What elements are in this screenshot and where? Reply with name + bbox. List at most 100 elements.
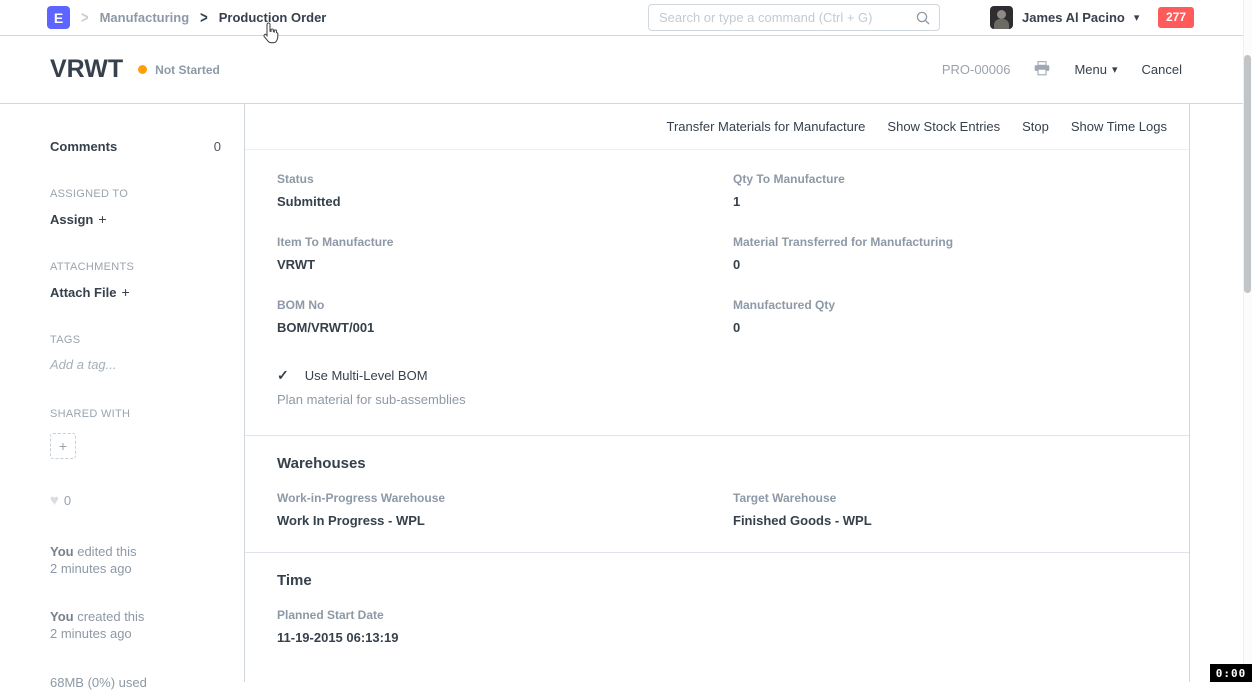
- tags-heading: TAGS: [50, 334, 221, 346]
- section-time: Time Planned Start Date 11-19-2015 06:13…: [245, 552, 1189, 669]
- shared-with-heading: SHARED WITH: [50, 408, 221, 420]
- field-wip-warehouse: Work-in-Progress Warehouse Work In Progr…: [277, 491, 733, 528]
- sidebar: Comments 0 ASSIGNED TO Assign + ATTACHMEN…: [0, 104, 245, 682]
- search-icon: [916, 11, 930, 25]
- assign-button[interactable]: Assign +: [50, 211, 221, 227]
- show-stock-entries-button[interactable]: Show Stock Entries: [887, 119, 1000, 134]
- section-title: Time: [277, 572, 1157, 589]
- field-value: 0: [733, 257, 1157, 272]
- search-input[interactable]: [649, 10, 916, 25]
- plus-icon: +: [59, 438, 67, 454]
- field-value: Finished Goods - WPL: [733, 513, 1157, 528]
- field-label: Manufactured Qty: [733, 298, 1157, 312]
- page-title: VRWT: [50, 55, 123, 84]
- scrollbar-track[interactable]: [1243, 0, 1252, 682]
- activity-created: You created this 2 minutes ago: [50, 608, 221, 642]
- heart-icon[interactable]: ♥: [50, 492, 59, 509]
- status-badge: Not Started: [138, 63, 220, 77]
- assigned-to-heading: ASSIGNED TO: [50, 188, 221, 200]
- navbar: E > Manufacturing > Production Order Jam…: [0, 0, 1252, 36]
- like-count: 0: [64, 493, 71, 508]
- field-value: 0: [733, 320, 1157, 335]
- field-item-to-manufacture: Item To Manufacture VRWT: [277, 235, 733, 272]
- checkbox-label: Use Multi-Level BOM: [305, 368, 428, 383]
- show-time-logs-button[interactable]: Show Time Logs: [1071, 119, 1167, 134]
- activity-edited: You edited this 2 minutes ago: [50, 543, 221, 577]
- field-planned-start-date: Planned Start Date 11-19-2015 06:13:19: [277, 608, 733, 645]
- breadcrumb-item-manufacturing[interactable]: Manufacturing: [100, 10, 190, 25]
- add-tag-input[interactable]: Add a tag...: [50, 357, 221, 372]
- user-menu[interactable]: James Al Pacino ▾: [990, 0, 1139, 35]
- field-status: Status Submitted: [277, 172, 733, 209]
- avatar: [990, 6, 1013, 29]
- section-warehouses: Warehouses Work-in-Progress Warehouse Wo…: [245, 435, 1189, 552]
- form-toolbar: Transfer Materials for Manufacture Show …: [245, 104, 1189, 150]
- field-label: Material Transferred for Manufacturing: [733, 235, 1157, 249]
- menu-button[interactable]: Menu ▾: [1074, 62, 1117, 77]
- app-logo[interactable]: E: [47, 6, 70, 29]
- attach-file-label: Attach File: [50, 285, 116, 300]
- field-label: Work-in-Progress Warehouse: [277, 491, 733, 505]
- field-value: VRWT: [277, 257, 733, 272]
- field-label: Target Warehouse: [733, 491, 1157, 505]
- assign-label: Assign: [50, 212, 93, 227]
- user-name: James Al Pacino: [1022, 10, 1125, 25]
- activity-actor: You: [50, 544, 74, 559]
- field-bom-no: BOM No BOM/VRWT/001: [277, 298, 733, 335]
- field-qty-to-manufacture: Qty To Manufacture 1: [733, 172, 1157, 209]
- field-value: 11-19-2015 06:13:19: [277, 630, 733, 645]
- storage-usage: 68MB (0%) used: [50, 675, 221, 690]
- check-icon: ✓: [277, 367, 289, 384]
- page-head: VRWT Not Started PRO-00006 Menu ▾ Cancel: [0, 36, 1252, 104]
- section-title: Warehouses: [277, 455, 1157, 472]
- checkbox-description: Plan material for sub-assemblies: [277, 392, 1157, 407]
- attachments-heading: ATTACHMENTS: [50, 261, 221, 273]
- activity-action: edited this: [77, 544, 136, 559]
- field-label: Item To Manufacture: [277, 235, 733, 249]
- field-value: BOM/VRWT/001: [277, 320, 733, 335]
- activity-action: created this: [77, 609, 144, 624]
- field-label: BOM No: [277, 298, 733, 312]
- app-logo-letter: E: [54, 10, 63, 26]
- activity-when: 2 minutes ago: [50, 560, 221, 577]
- chevron-down-icon: ▾: [1134, 11, 1140, 24]
- print-icon: [1034, 61, 1050, 76]
- field-value: Work In Progress - WPL: [277, 513, 733, 528]
- activity-when: 2 minutes ago: [50, 625, 221, 642]
- form-area: Transfer Materials for Manufacture Show …: [245, 104, 1190, 682]
- cancel-button[interactable]: Cancel: [1142, 62, 1182, 77]
- fields-grid: Status Submitted Qty To Manufacture 1 It…: [277, 172, 1157, 361]
- sidebar-item-comments[interactable]: Comments 0: [50, 139, 221, 154]
- plus-icon: +: [98, 211, 106, 227]
- global-search: [648, 4, 940, 31]
- field-label: Planned Start Date: [277, 608, 733, 622]
- field-material-transferred: Material Transferred for Manufacturing 0: [733, 235, 1157, 272]
- plus-icon: +: [121, 284, 129, 300]
- share-add-button[interactable]: +: [50, 433, 76, 459]
- transfer-materials-button[interactable]: Transfer Materials for Manufacture: [666, 119, 865, 134]
- breadcrumb-item-production-order[interactable]: Production Order: [219, 10, 327, 25]
- like-row: ♥ 0: [50, 492, 221, 509]
- field-label: Status: [277, 172, 733, 186]
- field-value: Submitted: [277, 194, 733, 209]
- scrollbar-thumb[interactable]: [1244, 55, 1251, 293]
- field-manufactured-qty: Manufactured Qty 0: [733, 298, 1157, 335]
- field-label: Qty To Manufacture: [733, 172, 1157, 186]
- comments-count: 0: [214, 139, 221, 154]
- attach-file-button[interactable]: Attach File +: [50, 284, 221, 300]
- status-text: Not Started: [155, 63, 220, 77]
- field-target-warehouse: Target Warehouse Finished Goods - WPL: [733, 491, 1157, 528]
- print-button[interactable]: [1034, 61, 1050, 79]
- activity-actor: You: [50, 609, 74, 624]
- use-multi-level-bom-checkbox[interactable]: ✓ Use Multi-Level BOM: [277, 367, 1157, 384]
- notification-badge[interactable]: 277: [1158, 7, 1194, 28]
- status-dot-icon: [138, 65, 147, 74]
- comments-label: Comments: [50, 139, 117, 154]
- menu-label: Menu: [1074, 62, 1107, 77]
- doc-id: PRO-00006: [942, 62, 1011, 77]
- stop-button[interactable]: Stop: [1022, 119, 1049, 134]
- field-value: 1: [733, 194, 1157, 209]
- chevron-down-icon: ▾: [1112, 63, 1118, 76]
- breadcrumb-chevron-icon: >: [200, 8, 208, 27]
- recording-timer: 0:00: [1210, 664, 1252, 682]
